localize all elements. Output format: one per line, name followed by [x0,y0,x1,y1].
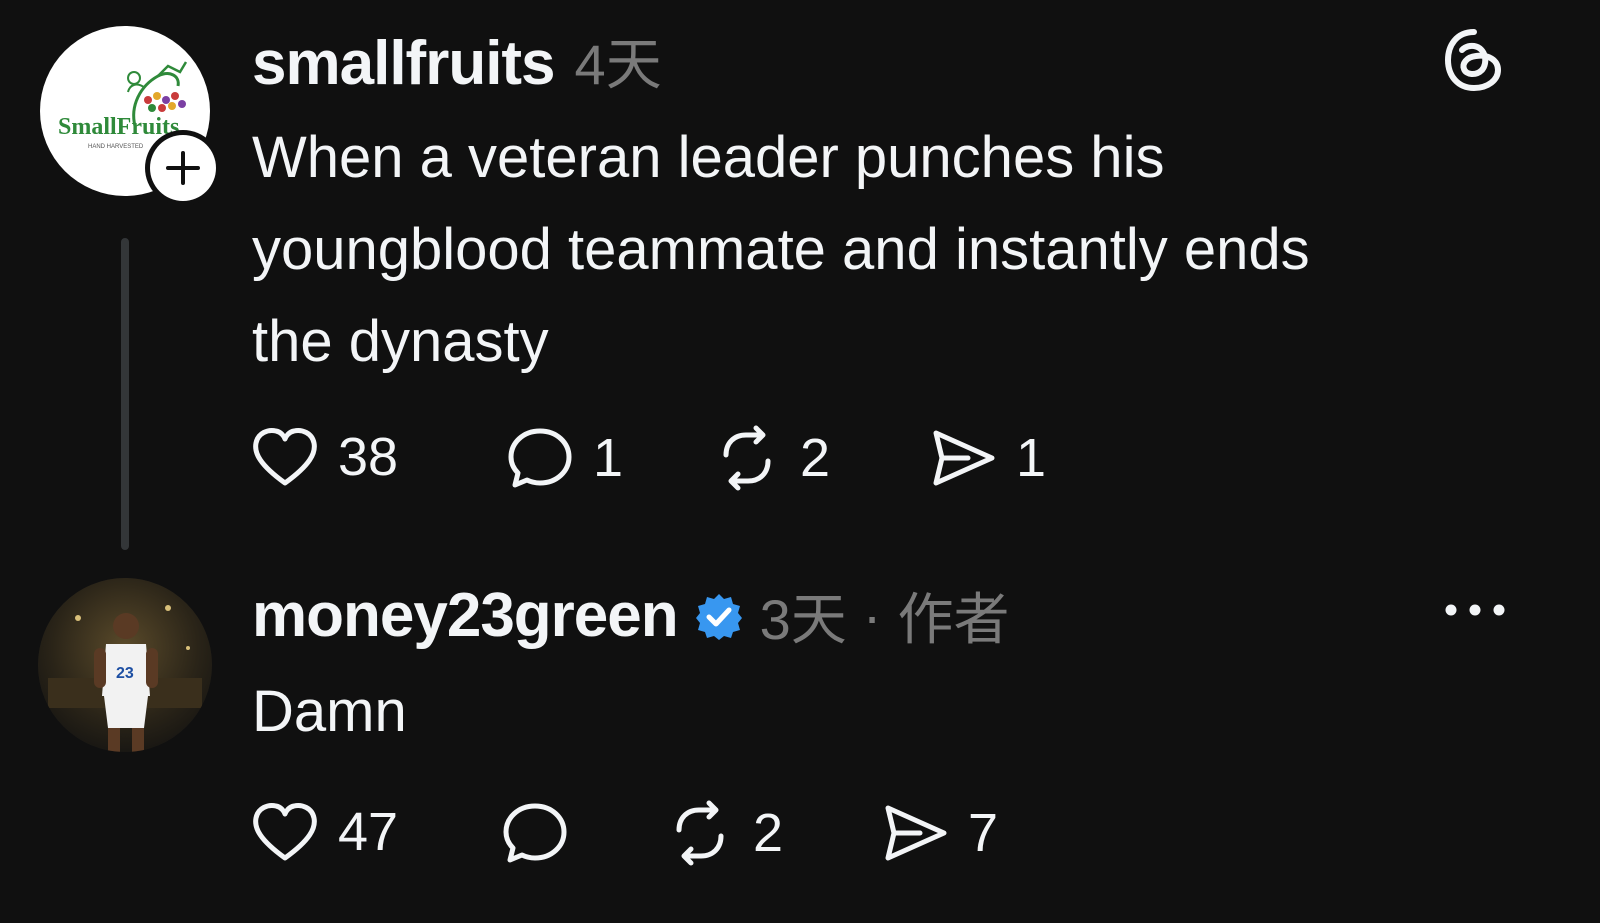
thread-line [121,238,129,550]
reply-button[interactable]: 1 [505,425,623,491]
send-icon [885,805,947,861]
reply-button[interactable] [500,800,588,866]
heart-icon [253,803,317,861]
svg-text:23: 23 [116,665,134,682]
share-count: 7 [968,803,999,863]
share-count: 1 [1016,428,1047,488]
repost-button[interactable]: 2 [665,800,783,866]
post-header: smallfruits 4天 [252,20,662,101]
share-button[interactable]: 7 [880,800,998,866]
post-header: money23green 3天 · 作者 [252,575,1009,656]
repost-icon [676,800,724,866]
like-button[interactable]: 47 [250,800,398,864]
post-text: Damn [252,679,407,744]
repost-icon [723,425,771,491]
more-options-button[interactable] [1442,588,1508,637]
threads-logo-icon[interactable] [1440,26,1508,99]
username[interactable]: money23green [252,580,679,651]
like-count: 38 [338,427,399,487]
reply-count: 1 [593,428,624,488]
follow-button[interactable] [145,130,221,206]
avatar-money23green[interactable]: 23 [38,578,212,752]
post-time: 3天 [759,588,847,651]
heart-icon [253,428,317,486]
post-time: 4天 [574,33,662,96]
more-icon [1445,604,1505,616]
repost-count: 2 [753,803,784,863]
like-count: 47 [338,802,399,862]
verified-badge-icon [695,593,742,640]
player-photo-icon: 23 [38,578,212,752]
like-button[interactable]: 38 [250,425,398,489]
username[interactable]: smallfruits [252,28,556,99]
separator: · [862,584,882,647]
comment-icon [503,803,567,863]
plus-icon [166,151,200,185]
svg-text:HAND HARVESTED: HAND HARVESTED [88,144,144,150]
post-text: When a veteran leader punches his youngb… [252,125,1310,374]
share-button[interactable]: 1 [928,425,1046,491]
author-tag: 作者 [897,588,1010,651]
repost-count: 2 [800,428,831,488]
comment-icon [508,428,572,488]
send-icon [933,430,995,486]
repost-button[interactable]: 2 [712,425,830,491]
